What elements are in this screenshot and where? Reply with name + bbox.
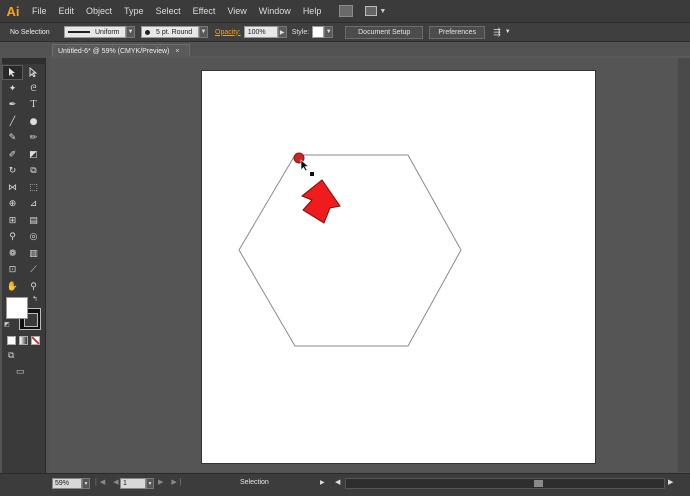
document-setup-button[interactable]: Document Setup bbox=[345, 25, 424, 39]
symbol-sprayer-tool-icon[interactable]: ❁ bbox=[2, 246, 23, 261]
eyedropper-tool-icon[interactable]: ⚲ bbox=[2, 230, 23, 245]
horizontal-scroll-thumb[interactable] bbox=[534, 480, 543, 487]
status-text: Selection bbox=[240, 479, 269, 486]
brush-value: 5 pt. Round bbox=[156, 28, 193, 36]
pen-tool-icon[interactable]: ✒ bbox=[2, 98, 23, 113]
selection-tool-icon[interactable] bbox=[2, 64, 23, 80]
column-graph-tool-icon[interactable]: ▥ bbox=[23, 246, 44, 261]
brush-field[interactable]: 5 pt. Round bbox=[141, 26, 199, 38]
arrange-icon[interactable]: ⇶ bbox=[493, 27, 501, 38]
menu-window[interactable]: Window bbox=[253, 0, 297, 22]
drawing-modes-icon[interactable]: ⧉ bbox=[8, 350, 14, 361]
menu-effect[interactable]: Effect bbox=[187, 0, 222, 22]
status-menu-icon[interactable]: ▶ bbox=[320, 479, 325, 486]
artboard-dropdown[interactable]: ▼ bbox=[146, 478, 154, 489]
lasso-tool-icon[interactable]: ᘓ bbox=[23, 81, 44, 96]
magic-wand-tool-icon[interactable]: ✦ bbox=[2, 81, 23, 96]
rotate-tool-icon[interactable]: ↻ bbox=[2, 164, 23, 179]
zoom-field[interactable]: 59% bbox=[52, 478, 82, 489]
mesh-tool-icon[interactable]: ⊞ bbox=[2, 213, 23, 228]
bridge-icon[interactable] bbox=[339, 5, 354, 17]
width-tool-icon[interactable]: ⋈ bbox=[2, 180, 23, 195]
hand-tool-icon[interactable]: ✋ bbox=[2, 279, 23, 294]
menu-select[interactable]: Select bbox=[150, 0, 187, 22]
zoom-dropdown[interactable]: ▼ bbox=[82, 478, 90, 489]
default-colors-icon[interactable]: ◩ bbox=[4, 321, 10, 328]
tools-panel: ✦ ᘓ ✒ T ╱ ● ✎ ✏ ✐ ◩ ↻ ⧉ ⋈ ⬚ ⊕ ⊿ ⊞ ▤ ⚲ ◎ … bbox=[2, 58, 46, 488]
artboard[interactable] bbox=[201, 70, 596, 464]
scroll-left-icon[interactable]: ◀ bbox=[335, 478, 340, 486]
stroke-profile-dropdown[interactable]: ▼ bbox=[126, 26, 135, 38]
panel-menu-icon[interactable]: ▼ bbox=[505, 29, 511, 35]
app-logo: Ai bbox=[6, 3, 20, 19]
scale-tool-icon[interactable]: ⧉ bbox=[23, 164, 44, 179]
paintbrush-tool-icon[interactable]: ✎ bbox=[2, 131, 23, 146]
brush-dropdown[interactable]: ▼ bbox=[199, 26, 208, 38]
blob-brush-tool-icon[interactable]: ✐ bbox=[2, 147, 23, 162]
gradient-tool-icon[interactable]: ▤ bbox=[23, 213, 44, 228]
horizontal-scrollbar[interactable] bbox=[345, 478, 665, 489]
fill-swatch[interactable] bbox=[6, 297, 28, 319]
shape-builder-tool-icon[interactable]: ⊕ bbox=[2, 197, 23, 212]
opacity-dropdown[interactable]: ▶ bbox=[277, 26, 287, 38]
stroke-profile-field[interactable]: Uniform bbox=[64, 26, 126, 38]
direct-selection-tool-icon[interactable] bbox=[23, 65, 44, 80]
screen-mode-icon[interactable]: ▭ bbox=[16, 366, 25, 377]
stroke-line-icon bbox=[68, 31, 90, 33]
none-mode-icon[interactable] bbox=[31, 335, 40, 345]
color-mode-buttons bbox=[2, 333, 45, 347]
style-dropdown[interactable]: ▼ bbox=[324, 26, 334, 38]
eraser-tool-icon[interactable]: ◩ bbox=[23, 147, 44, 162]
menu-file[interactable]: File bbox=[26, 0, 53, 22]
fill-stroke-swatches: ↰ ◩ bbox=[2, 295, 45, 333]
gradient-mode-icon[interactable] bbox=[19, 335, 28, 345]
ellipse-tool-icon[interactable]: ● bbox=[23, 114, 44, 129]
menu-edit[interactable]: Edit bbox=[53, 0, 81, 22]
style-label: Style: bbox=[291, 28, 310, 36]
control-bar: No Selection Uniform ▼ 5 pt. Round ▼ Opa… bbox=[0, 22, 690, 42]
document-title: Untitled-6* @ 59% (CMYK/Preview) bbox=[58, 47, 170, 55]
arrange-documents-icon[interactable]: ▼ bbox=[365, 5, 387, 17]
first-prev-artboard-icon[interactable]: |◀ ◀ bbox=[95, 478, 122, 486]
menu-bar: Ai File Edit Object Type Select Effect V… bbox=[0, 0, 690, 22]
artboard-number-field[interactable]: 1 bbox=[120, 478, 146, 489]
pencil-tool-icon[interactable]: ✏ bbox=[23, 131, 44, 146]
next-last-artboard-icon[interactable]: ▶ ▶| bbox=[158, 478, 185, 486]
close-tab-icon[interactable]: × bbox=[175, 48, 179, 55]
selection-status: No Selection bbox=[10, 28, 50, 36]
free-transform-tool-icon[interactable]: ⬚ bbox=[23, 180, 44, 195]
menu-object[interactable]: Object bbox=[80, 0, 118, 22]
color-mode-icon[interactable] bbox=[7, 335, 16, 345]
brush-dot-icon bbox=[145, 29, 150, 35]
slice-tool-icon[interactable]: ⟋ bbox=[23, 263, 44, 278]
menu-type[interactable]: Type bbox=[118, 0, 150, 22]
status-bar: 59% ▼ |◀ ◀ 1 ▼ ▶ ▶| Selection ▶ ◀ ▶ bbox=[0, 473, 690, 496]
style-swatch[interactable] bbox=[312, 26, 325, 38]
line-segment-tool-icon[interactable]: ╱ bbox=[2, 114, 23, 129]
preferences-button[interactable]: Preferences bbox=[429, 25, 486, 39]
blend-tool-icon[interactable]: ◎ bbox=[23, 230, 44, 245]
swap-fill-stroke-icon[interactable]: ↰ bbox=[32, 295, 38, 303]
perspective-grid-tool-icon[interactable]: ⊿ bbox=[23, 197, 44, 212]
zoom-tool-icon[interactable]: ⚲ bbox=[23, 279, 44, 294]
scroll-right-icon[interactable]: ▶ bbox=[668, 478, 673, 486]
menu-help[interactable]: Help bbox=[297, 0, 328, 22]
opacity-field[interactable]: 100% bbox=[243, 26, 278, 38]
vertical-scrollbar[interactable] bbox=[678, 58, 690, 472]
artboard-tool-icon[interactable]: ⊡ bbox=[2, 263, 23, 278]
type-tool-icon[interactable]: T bbox=[23, 98, 44, 113]
stroke-profile-value: Uniform bbox=[95, 28, 120, 36]
opacity-label[interactable]: Opacity: bbox=[212, 29, 244, 36]
menu-view[interactable]: View bbox=[221, 0, 252, 22]
